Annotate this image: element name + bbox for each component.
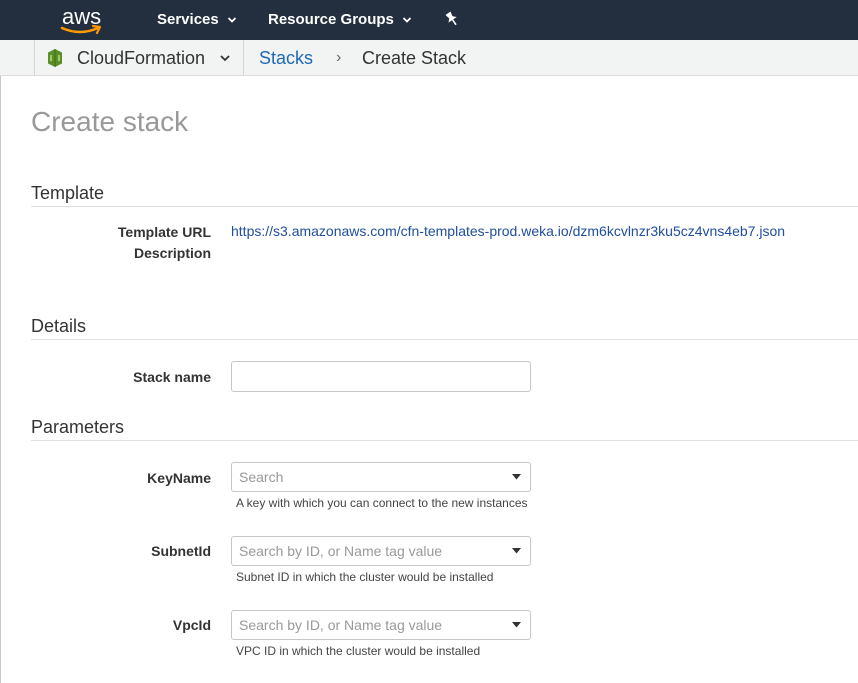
breadcrumb: CloudFormation Stacks › Create Stack bbox=[0, 40, 858, 76]
chevron-down-icon bbox=[402, 16, 412, 23]
resource-groups-menu[interactable]: Resource Groups bbox=[268, 11, 412, 28]
vpcid-label: VpcId bbox=[172, 617, 211, 633]
keyname-placeholder: Search bbox=[239, 469, 284, 485]
aws-logo[interactable]: aws bbox=[58, 3, 106, 37]
section-divider bbox=[31, 440, 858, 441]
section-divider bbox=[31, 339, 858, 340]
vpcid-help-text: VPC ID in which the cluster would be ins… bbox=[236, 644, 481, 658]
service-name: CloudFormation bbox=[77, 47, 206, 68]
top-navigation-bar: aws Services Resource Groups bbox=[0, 0, 858, 40]
section-title-details: Details bbox=[31, 316, 87, 336]
keyname-label: KeyName bbox=[147, 470, 211, 486]
chevron-down-icon bbox=[220, 55, 230, 62]
subnetid-select[interactable]: Search by ID, or Name tag value bbox=[231, 536, 531, 566]
breadcrumb-stacks-link[interactable]: Stacks bbox=[259, 48, 313, 69]
section-title-parameters: Parameters bbox=[31, 417, 125, 437]
left-border bbox=[0, 76, 1, 683]
description-label: Description bbox=[133, 245, 211, 261]
keyname-select[interactable]: Search bbox=[231, 462, 531, 492]
vpcid-placeholder: Search by ID, or Name tag value bbox=[239, 617, 443, 633]
section-title-template: Template bbox=[31, 183, 105, 203]
subnetid-placeholder: Search by ID, or Name tag value bbox=[239, 543, 443, 559]
chevron-down-icon bbox=[227, 16, 236, 23]
aws-smile-icon bbox=[60, 25, 102, 35]
services-label: Services bbox=[157, 11, 219, 28]
cloudformation-icon bbox=[48, 49, 62, 67]
section-divider bbox=[31, 206, 858, 207]
stack-name-label: Stack name bbox=[133, 369, 211, 385]
keyname-help-text: A key with which you can connect to the … bbox=[236, 496, 528, 510]
subnetid-help-text: Subnet ID in which the cluster would be … bbox=[236, 570, 494, 584]
dropdown-triangle-icon bbox=[512, 548, 521, 554]
vpcid-select[interactable]: Search by ID, or Name tag value bbox=[231, 610, 531, 640]
breadcrumb-current: Create Stack bbox=[362, 48, 467, 68]
breadcrumb-separator: › bbox=[336, 49, 342, 66]
template-url-label: Template URL bbox=[117, 224, 211, 240]
stack-name-input[interactable] bbox=[231, 361, 531, 392]
page-title: Create stack bbox=[31, 106, 189, 137]
template-url-link[interactable]: https://s3.amazonaws.com/cfn-templates-p… bbox=[231, 223, 785, 239]
subnetid-label: SubnetId bbox=[151, 543, 211, 559]
services-menu[interactable]: Services bbox=[157, 11, 237, 28]
dropdown-triangle-icon bbox=[512, 622, 521, 628]
pin-icon[interactable] bbox=[445, 11, 459, 27]
resource-groups-label: Resource Groups bbox=[268, 11, 394, 28]
service-selector[interactable]: CloudFormation bbox=[34, 40, 244, 76]
dropdown-triangle-icon bbox=[512, 474, 521, 480]
